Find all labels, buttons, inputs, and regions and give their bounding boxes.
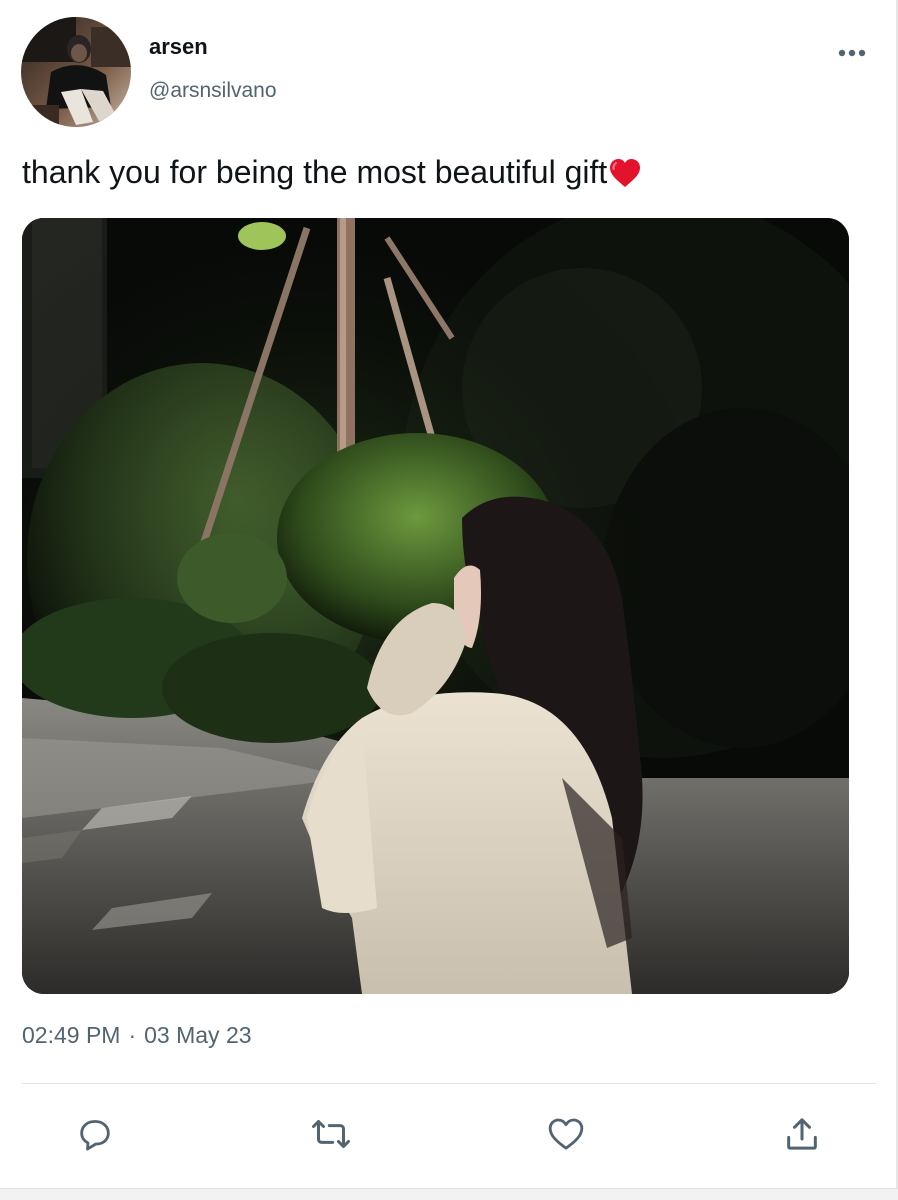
night-garden-photo bbox=[22, 218, 849, 994]
share-button[interactable] bbox=[780, 1114, 824, 1158]
timestamp-separator: · bbox=[128, 1022, 137, 1048]
reply-button[interactable] bbox=[73, 1114, 117, 1158]
red-heart-emoji-icon bbox=[608, 157, 642, 198]
author-avatar[interactable] bbox=[21, 17, 131, 127]
more-options-icon[interactable] bbox=[832, 38, 872, 68]
tweet-timestamp[interactable]: 02:49 PM · 03 May 23 bbox=[22, 1021, 252, 1049]
retweet-icon bbox=[310, 1114, 352, 1159]
retweet-button[interactable] bbox=[309, 1114, 353, 1158]
share-icon bbox=[782, 1114, 822, 1159]
like-button[interactable] bbox=[544, 1114, 588, 1158]
tweet-text: thank you for being the most beautiful g… bbox=[22, 152, 642, 198]
tweet-text-content: thank you for being the most beautiful g… bbox=[22, 154, 608, 190]
avatar-image bbox=[21, 17, 131, 127]
like-icon bbox=[545, 1114, 587, 1159]
divider bbox=[22, 1083, 876, 1084]
tweet-photo[interactable] bbox=[22, 218, 849, 994]
bottom-edge bbox=[0, 1188, 898, 1200]
tweet-date: 03 May 23 bbox=[144, 1022, 252, 1048]
tweet-card: arsen @arsnsilvano thank you for being t… bbox=[0, 0, 898, 1200]
author-handle[interactable]: @arsnsilvano bbox=[149, 78, 277, 104]
reply-icon bbox=[75, 1114, 115, 1159]
author-display-name[interactable]: arsen bbox=[149, 34, 208, 60]
tweet-time: 02:49 PM bbox=[22, 1022, 121, 1048]
